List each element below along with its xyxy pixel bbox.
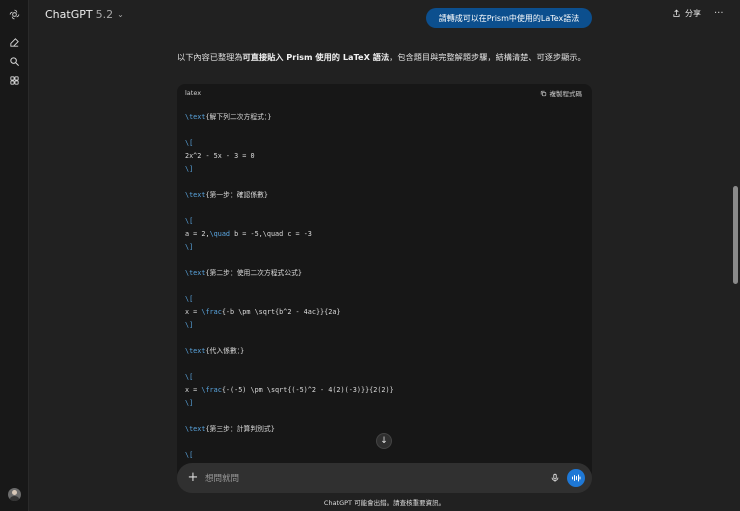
sidebar-rail <box>0 0 29 511</box>
intro-text-part1: 以下內容已整理為 <box>177 52 243 62</box>
voice-waveform-icon <box>572 474 581 482</box>
code-line-keyword: \frac <box>201 308 222 316</box>
code-block-header: latex 複製程式碼 <box>177 84 592 102</box>
message-input[interactable]: 想問就問 <box>205 472 239 484</box>
code-line-text: {第一步：確認係數} <box>205 191 269 199</box>
code-line: a = 2,\quad b = -5,\quad c = -3 <box>185 229 312 239</box>
code-line-keyword: \text <box>185 113 206 121</box>
code-line-text: {-b \pm \sqrt{b^2 - 4ac}}{2a} <box>221 308 341 316</box>
code-line: x = \frac{-b \pm \sqrt{b^2 - 4ac}}{2a} <box>185 307 341 317</box>
intro-text-bold: 可直接貼入 Prism 使用的 LaTeX 語法 <box>242 52 390 62</box>
disclaimer-text: ChatGPT 可能會出錯。請查核重要資訊。 <box>323 499 446 507</box>
model-version: 5.2 <box>95 8 114 21</box>
code-line: \text{解下列二次方程式：} <box>185 112 271 122</box>
code-line: 2x^2 - 5x - 3 = 0 <box>185 151 255 161</box>
share-label: 分享 <box>685 9 701 18</box>
share-icon <box>673 9 680 17</box>
code-line: \text{第三步：計算判別式} <box>185 424 275 434</box>
code-line-text: {第三步：計算判別式} <box>205 425 275 433</box>
code-line: x = \frac{-(-5) \pm \sqrt{(-5)^2 - 4(2)(… <box>185 385 394 395</box>
code-line-keyword: \] <box>185 399 194 407</box>
code-line-keyword: \] <box>185 165 194 173</box>
code-line-text: {第二步：使用二次方程式公式} <box>205 269 303 277</box>
code-line-text: x = <box>185 308 202 316</box>
code-line: \[ <box>185 450 193 460</box>
search-icon[interactable] <box>7 54 22 69</box>
composer: + 想問就問 <box>177 463 592 493</box>
code-line-text: b = -5,\quad c = -3 <box>230 230 312 238</box>
code-line-keyword: \text <box>185 347 206 355</box>
code-line: \[ <box>185 294 193 304</box>
avatar[interactable] <box>8 488 21 501</box>
code-line-text: {-(-5) \pm \sqrt{(-5)^2 - 4(2)(-3)}}{2(2… <box>221 386 394 394</box>
code-line-keyword: \quad <box>209 230 231 238</box>
code-line-keyword: \[ <box>185 295 194 303</box>
code-line-keyword: \[ <box>185 451 194 459</box>
copy-code-button[interactable]: 複製程式碼 <box>540 88 583 98</box>
microphone-icon[interactable] <box>550 472 560 484</box>
code-line-keyword: \] <box>185 321 194 329</box>
code-line-keyword: \[ <box>185 373 194 381</box>
chevron-down-icon: ⌄ <box>117 10 124 19</box>
code-line: \text{第二步：使用二次方程式公式} <box>185 268 302 278</box>
code-line: \] <box>185 320 193 330</box>
code-line: \] <box>185 242 193 252</box>
code-line: \] <box>185 164 193 174</box>
code-line: \[ <box>185 138 193 148</box>
model-selector[interactable]: ChatGPT 5.2 ⌄ <box>45 8 124 21</box>
code-line-keyword: \text <box>185 191 206 199</box>
code-line-keyword: \] <box>185 243 194 251</box>
voice-mode-button[interactable] <box>567 469 585 487</box>
code-line-text: a = 2, <box>185 230 210 238</box>
code-line-text: {解下列二次方程式：} <box>205 113 272 121</box>
code-line-keyword: \text <box>185 269 206 277</box>
scroll-to-bottom-button[interactable]: ↓ <box>376 433 392 449</box>
model-name: ChatGPT <box>45 8 93 21</box>
add-attachment-button[interactable]: + <box>186 469 200 485</box>
code-line-keyword: \text <box>185 425 206 433</box>
plus-icon: + <box>187 469 199 485</box>
code-line-keyword: \[ <box>185 139 194 147</box>
code-line: \[ <box>185 216 193 226</box>
code-line: \text{代入係數：} <box>185 346 244 356</box>
library-icon[interactable] <box>7 73 22 88</box>
more-options-button[interactable]: ··· <box>714 8 724 19</box>
code-line-text: 2x^2 - 5x - 3 = 0 <box>185 152 255 160</box>
code-line-text: x = <box>185 386 202 394</box>
intro-text-part2: ，包含題目與完整解題步驟，結構清楚、可逐步顯示。 <box>389 52 586 62</box>
share-button[interactable]: 分享 <box>672 8 701 19</box>
arrow-down-icon: ↓ <box>380 436 388 446</box>
code-line: \text{第一步：確認係數} <box>185 190 268 200</box>
code-block: latex 複製程式碼 \text{解下列二次方程式：} \[2x^2 - 5x … <box>177 84 592 479</box>
user-message-bubble: 請轉成可以在Prism中使用的LaTex語法 <box>426 8 592 28</box>
code-language-label: latex <box>185 89 202 97</box>
code-line-keyword: \frac <box>201 386 222 394</box>
copy-code-label: 複製程式碼 <box>549 90 583 98</box>
new-chat-icon[interactable] <box>7 35 22 50</box>
openai-logo-icon[interactable] <box>7 7 22 22</box>
copy-icon <box>540 90 546 96</box>
assistant-intro-text: 以下內容已整理為可直接貼入 Prism 使用的 LaTeX 語法，包含題目與完整… <box>177 50 597 64</box>
code-line: \[ <box>185 372 193 382</box>
code-line-text: {代入係數：} <box>205 347 245 355</box>
code-line-keyword: \[ <box>185 217 194 225</box>
code-line: \] <box>185 398 193 408</box>
scrollbar-thumb[interactable] <box>733 186 738 284</box>
